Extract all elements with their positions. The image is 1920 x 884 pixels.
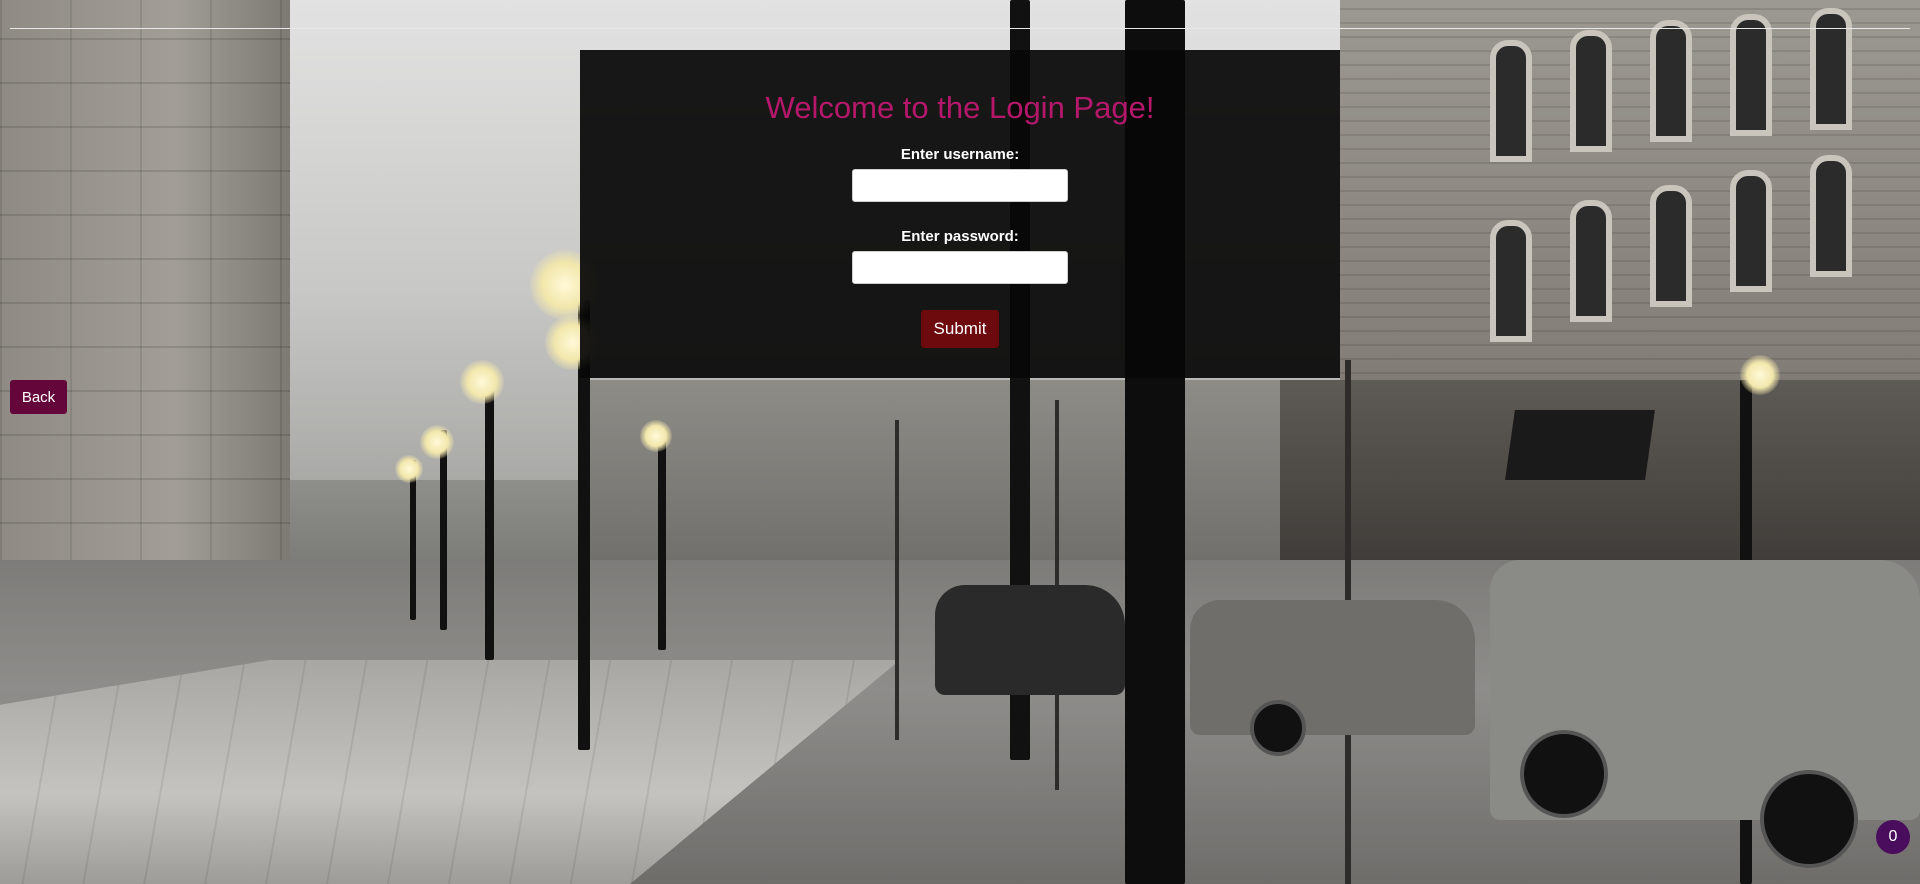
back-button[interactable]: Back bbox=[10, 380, 67, 414]
username-input[interactable] bbox=[852, 169, 1068, 202]
login-panel: Welcome to the Login Page! Enter usernam… bbox=[580, 50, 1340, 378]
shop-awning bbox=[1505, 410, 1655, 480]
page-title: Welcome to the Login Page! bbox=[765, 90, 1155, 125]
password-label: Enter password: bbox=[901, 228, 1019, 245]
top-divider bbox=[10, 28, 1910, 29]
submit-button[interactable]: Submit bbox=[921, 310, 999, 348]
counter-badge[interactable]: 0 bbox=[1876, 820, 1910, 854]
username-label: Enter username: bbox=[900, 146, 1020, 163]
password-input[interactable] bbox=[852, 251, 1068, 284]
